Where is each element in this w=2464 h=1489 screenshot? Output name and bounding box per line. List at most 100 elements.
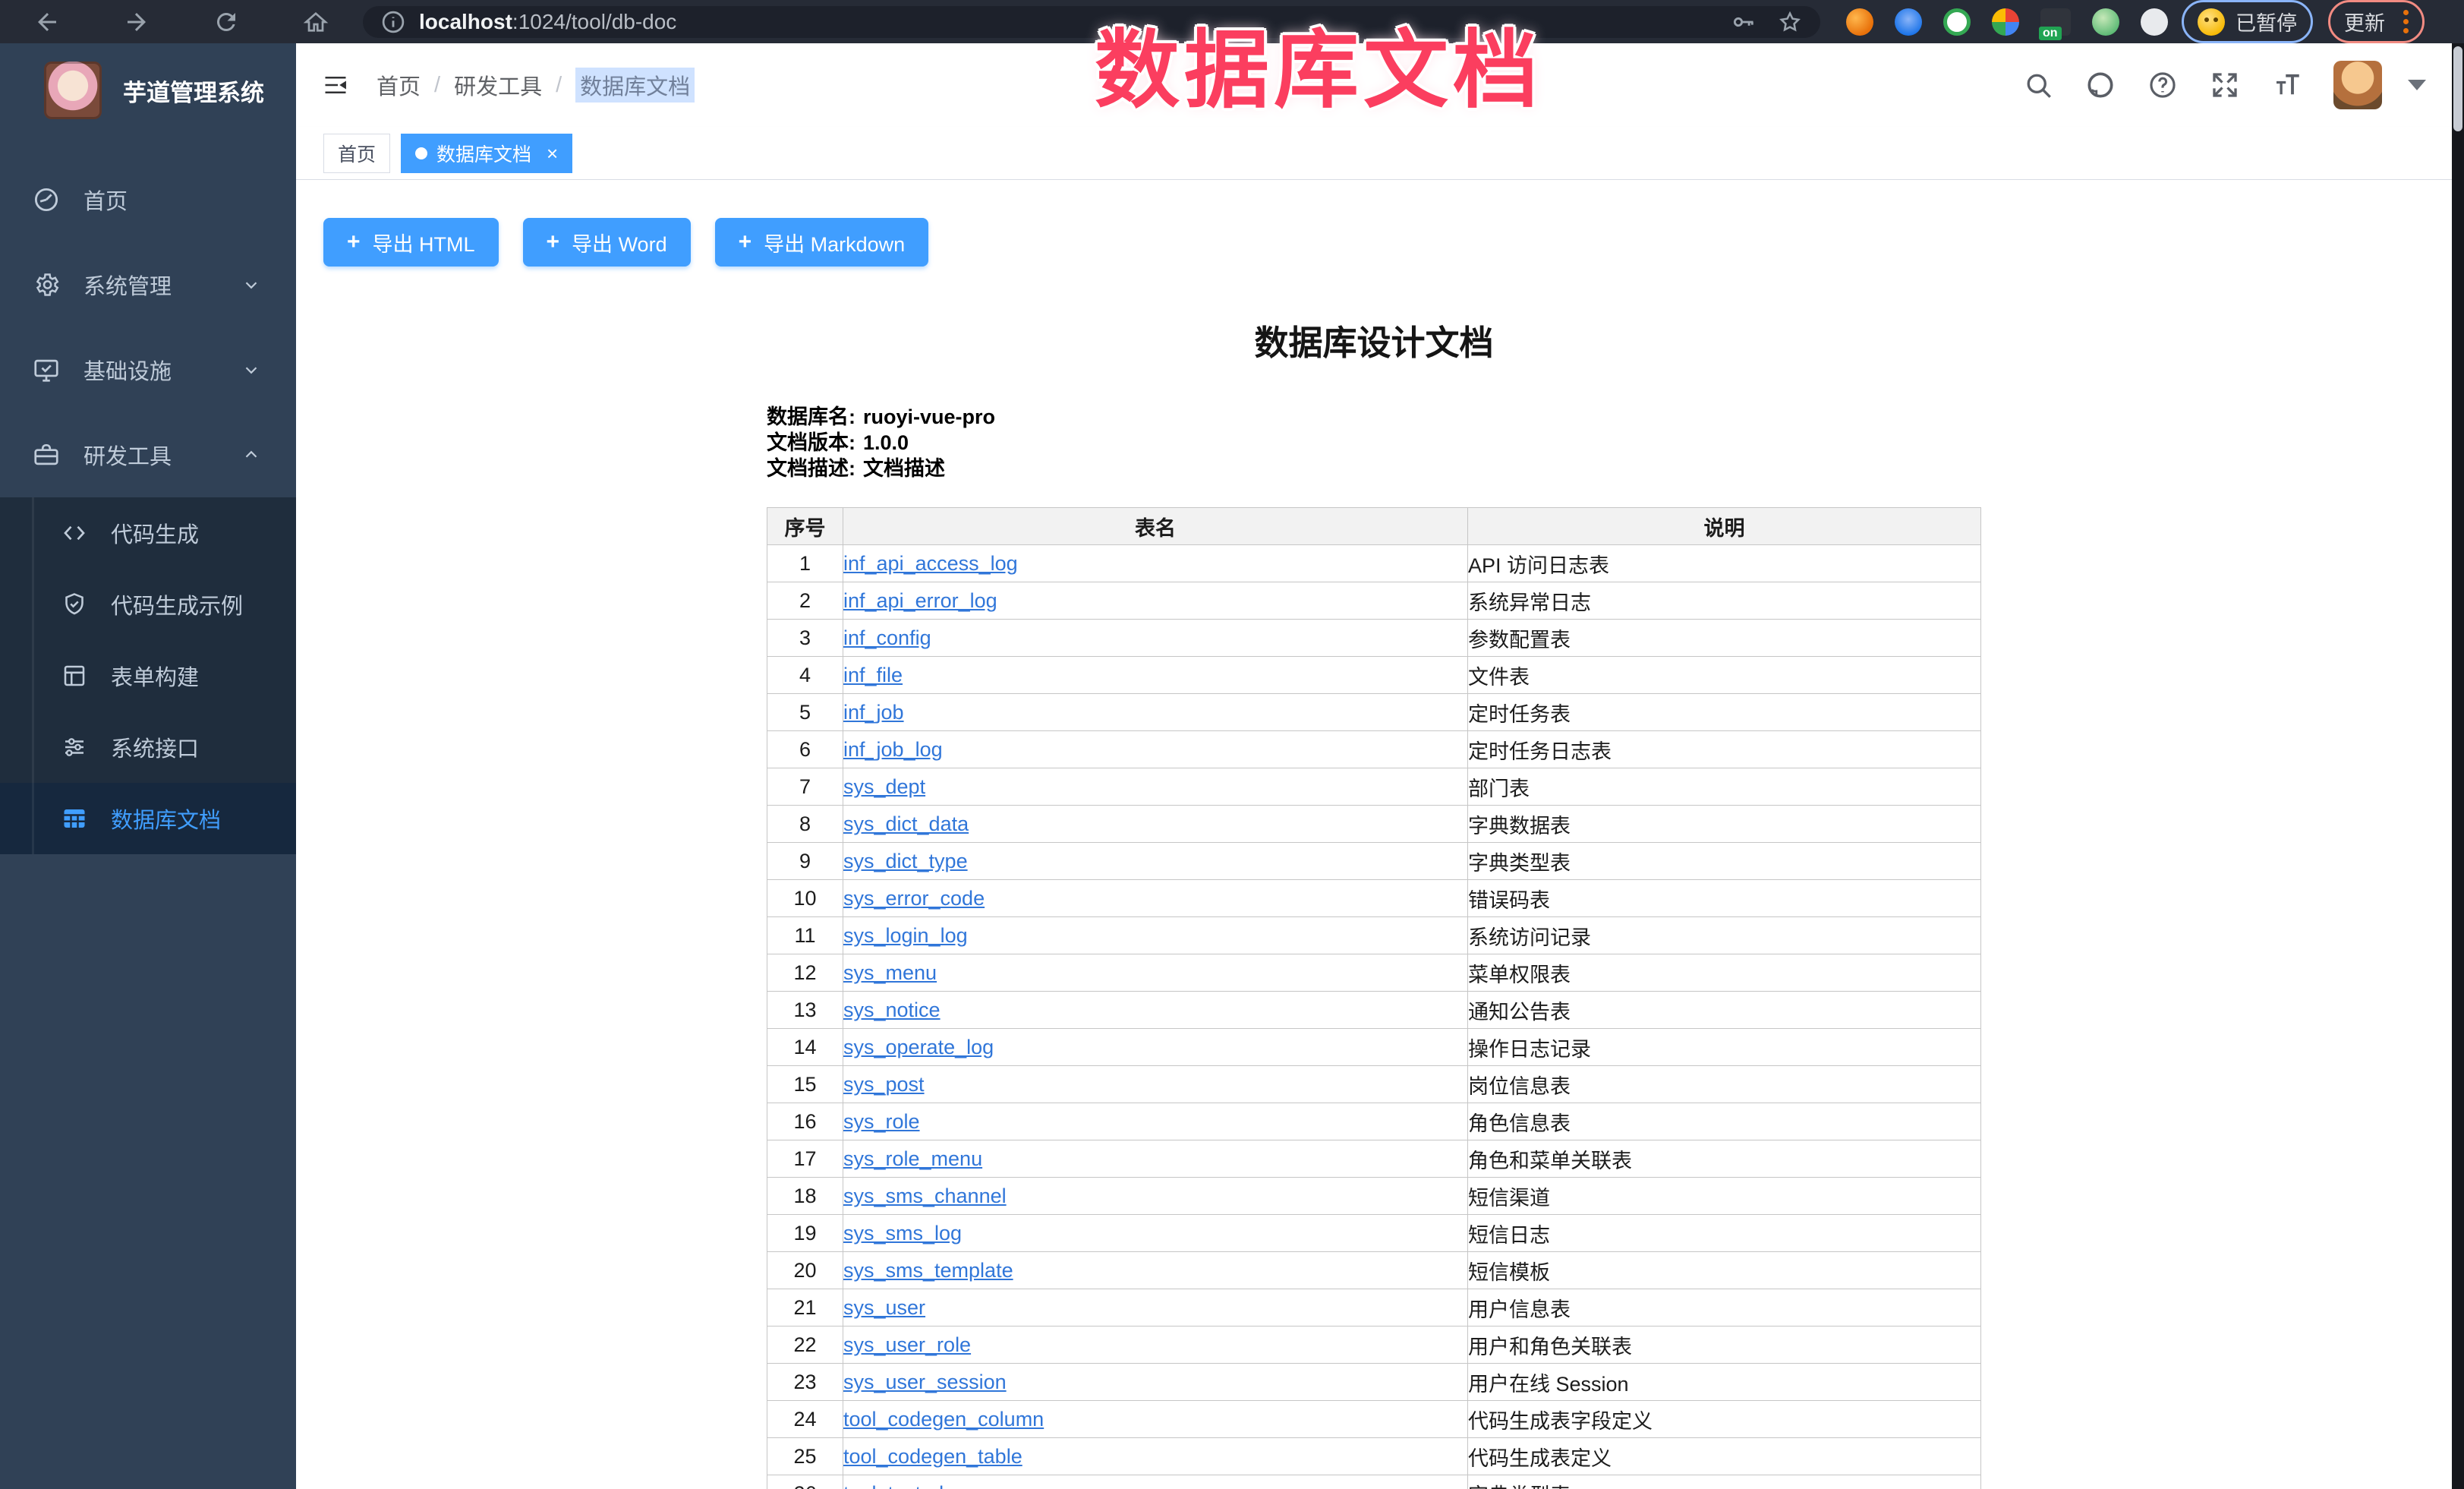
sidebar-collapse-icon[interactable] (320, 71, 351, 99)
table-name-link[interactable]: inf_job_log (843, 738, 943, 761)
sidebar-item-api[interactable]: 系统接口 (0, 711, 296, 783)
table-name-link[interactable]: sys_error_code (843, 887, 985, 910)
sidebar-item-infra[interactable]: 基础设施 (0, 327, 296, 412)
doc-title: 数据库设计文档 (767, 315, 1981, 364)
table-name-link[interactable]: sys_sms_template (843, 1259, 1013, 1282)
app-logo-row[interactable]: 芋道管理系统 (0, 43, 296, 140)
table-row: 24 tool_codegen_column 代码生成表字段定义 (767, 1401, 1981, 1438)
update-label: 更新 (2344, 7, 2385, 36)
sidebar-item-form-builder[interactable]: 表单构建 (0, 640, 296, 711)
extension-icon-orange[interactable] (1846, 8, 1873, 36)
tables-index-table: 序号 表名 说明 1 inf_api_access_log API 访问日志表 (767, 507, 1981, 1489)
back-icon[interactable] (33, 8, 61, 36)
table-row: 17 sys_role_menu 角色和菜单关联表 (767, 1140, 1981, 1178)
row-description: 定时任务日志表 (1468, 731, 1981, 768)
row-index: 17 (767, 1140, 843, 1178)
site-info-icon[interactable] (380, 8, 407, 36)
sidebar-item-db-doc[interactable]: 数据库文档 (0, 783, 296, 854)
sidebar-item-devtools[interactable]: 研发工具 (0, 412, 296, 497)
home-icon[interactable] (302, 8, 329, 36)
table-name-link[interactable]: sys_role (843, 1110, 920, 1133)
sidebar: 芋道管理系统 首页 系统管理 基础设施 研发工具 (0, 43, 296, 1489)
scrollbar-thumb[interactable] (2453, 46, 2462, 131)
table-name-link[interactable]: sys_dict_data (843, 812, 969, 835)
font-size-icon[interactable] (2271, 69, 2303, 101)
forward-icon[interactable] (123, 8, 150, 36)
active-tag-dot (415, 147, 427, 159)
browser-update-button[interactable]: 更新 (2328, 0, 2425, 43)
help-icon[interactable] (2147, 69, 2179, 101)
table-name-link[interactable]: inf_job (843, 701, 904, 724)
row-description: 用户在线 Session (1468, 1364, 1981, 1401)
table-name-link[interactable]: inf_api_error_log (843, 589, 997, 612)
extension-icon-check[interactable] (1943, 8, 1971, 36)
table-name-link[interactable]: sys_user_session (843, 1371, 1007, 1393)
table-row: 10 sys_error_code 错误码表 (767, 880, 1981, 917)
table-name-link[interactable]: sys_menu (843, 961, 937, 984)
paused-extension-badge[interactable]: 已暂停 (2182, 0, 2313, 43)
table-name-link[interactable]: sys_user (843, 1296, 925, 1319)
user-avatar[interactable] (2333, 61, 2382, 109)
tag-label: 首页 (338, 140, 376, 167)
tag-close-icon[interactable]: × (547, 144, 558, 163)
export-markdown-button[interactable]: + 导出 Markdown (715, 218, 929, 267)
table-name-link[interactable]: inf_file (843, 664, 903, 686)
extension-icon-grid[interactable] (1992, 8, 2019, 36)
search-icon[interactable] (2022, 69, 2054, 101)
table-row: 16 sys_role 角色信息表 (767, 1103, 1981, 1140)
github-icon[interactable] (2084, 69, 2116, 101)
table-row: 22 sys_user_role 用户和角色关联表 (767, 1327, 1981, 1364)
breadcrumb-devtools[interactable]: 研发工具 (454, 69, 542, 101)
table-name-link[interactable]: sys_dept (843, 775, 925, 798)
table-name-link[interactable]: tool_test_demo (843, 1482, 984, 1489)
sidebar-menu: 首页 系统管理 基础设施 研发工具 代码生成 (0, 157, 296, 854)
fullscreen-icon[interactable] (2209, 69, 2241, 101)
row-index: 23 (767, 1364, 843, 1401)
extension-icon-leaf[interactable] (2092, 8, 2119, 36)
bookmark-star-icon[interactable] (1776, 8, 1804, 36)
table-row: 20 sys_sms_template 短信模板 (767, 1252, 1981, 1289)
password-key-icon[interactable] (1729, 8, 1757, 36)
row-description: 短信模板 (1468, 1252, 1981, 1289)
export-word-button[interactable]: + 导出 Word (523, 218, 691, 267)
table-name-link[interactable]: sys_login_log (843, 924, 968, 947)
reload-icon[interactable] (213, 8, 240, 36)
table-name-link[interactable]: sys_sms_log (843, 1222, 962, 1245)
table-name-link[interactable]: sys_notice (843, 998, 941, 1021)
row-description: 字典类型表 (1468, 1475, 1981, 1489)
table-name-link[interactable]: sys_user_role (843, 1333, 971, 1356)
scrollbar[interactable] (2452, 43, 2464, 1489)
table-name-link[interactable]: sys_role_menu (843, 1147, 982, 1170)
table-name-link[interactable]: inf_config (843, 626, 931, 649)
tag-home[interactable]: 首页 (323, 134, 390, 173)
devtools-submenu: 代码生成 代码生成示例 表单构建 系统接口 数据库文档 (0, 497, 296, 854)
tag-db-doc[interactable]: 数据库文档 × (401, 134, 572, 173)
row-index: 21 (767, 1289, 843, 1327)
sidebar-item-codegen[interactable]: 代码生成 (0, 497, 296, 569)
table-name-link[interactable]: tool_codegen_table (843, 1445, 1022, 1468)
table-name-link[interactable]: sys_dict_type (843, 850, 968, 872)
extension-icon-switch[interactable]: on (2040, 8, 2071, 36)
table-name-link[interactable]: inf_api_access_log (843, 552, 1018, 575)
db-doc: 数据库设计文档 数据库名:ruoyi-vue-pro 文档版本:1.0.0 文档… (767, 315, 1981, 1489)
sidebar-item-system[interactable]: 系统管理 (0, 242, 296, 327)
row-description: 代码生成表字段定义 (1468, 1401, 1981, 1438)
sidebar-item-codegen-demo[interactable]: 代码生成示例 (0, 569, 296, 640)
export-html-button[interactable]: + 导出 HTML (323, 218, 499, 267)
table-name-link[interactable]: sys_sms_channel (843, 1185, 1007, 1207)
sidebar-item-home[interactable]: 首页 (0, 157, 296, 242)
extensions-puzzle-icon[interactable] (2141, 8, 2168, 36)
chrome-menu-icon[interactable] (2403, 10, 2409, 33)
row-description: 代码生成表定义 (1468, 1438, 1981, 1475)
url-bar[interactable]: localhost:1024/tool/db-doc (363, 6, 1820, 38)
table-name-link[interactable]: sys_operate_log (843, 1036, 994, 1058)
extension-icon-pin[interactable] (1895, 8, 1922, 36)
table-name-link[interactable]: tool_codegen_column (843, 1408, 1044, 1431)
user-menu-caret-icon[interactable] (2408, 80, 2426, 90)
breadcrumb-home[interactable]: 首页 (377, 69, 421, 101)
on-badge: on (2039, 27, 2062, 40)
row-index: 1 (767, 545, 843, 582)
table-name-link[interactable]: sys_post (843, 1073, 925, 1096)
col-header-index: 序号 (767, 508, 843, 545)
table-row: 5 inf_job 定时任务表 (767, 694, 1981, 731)
